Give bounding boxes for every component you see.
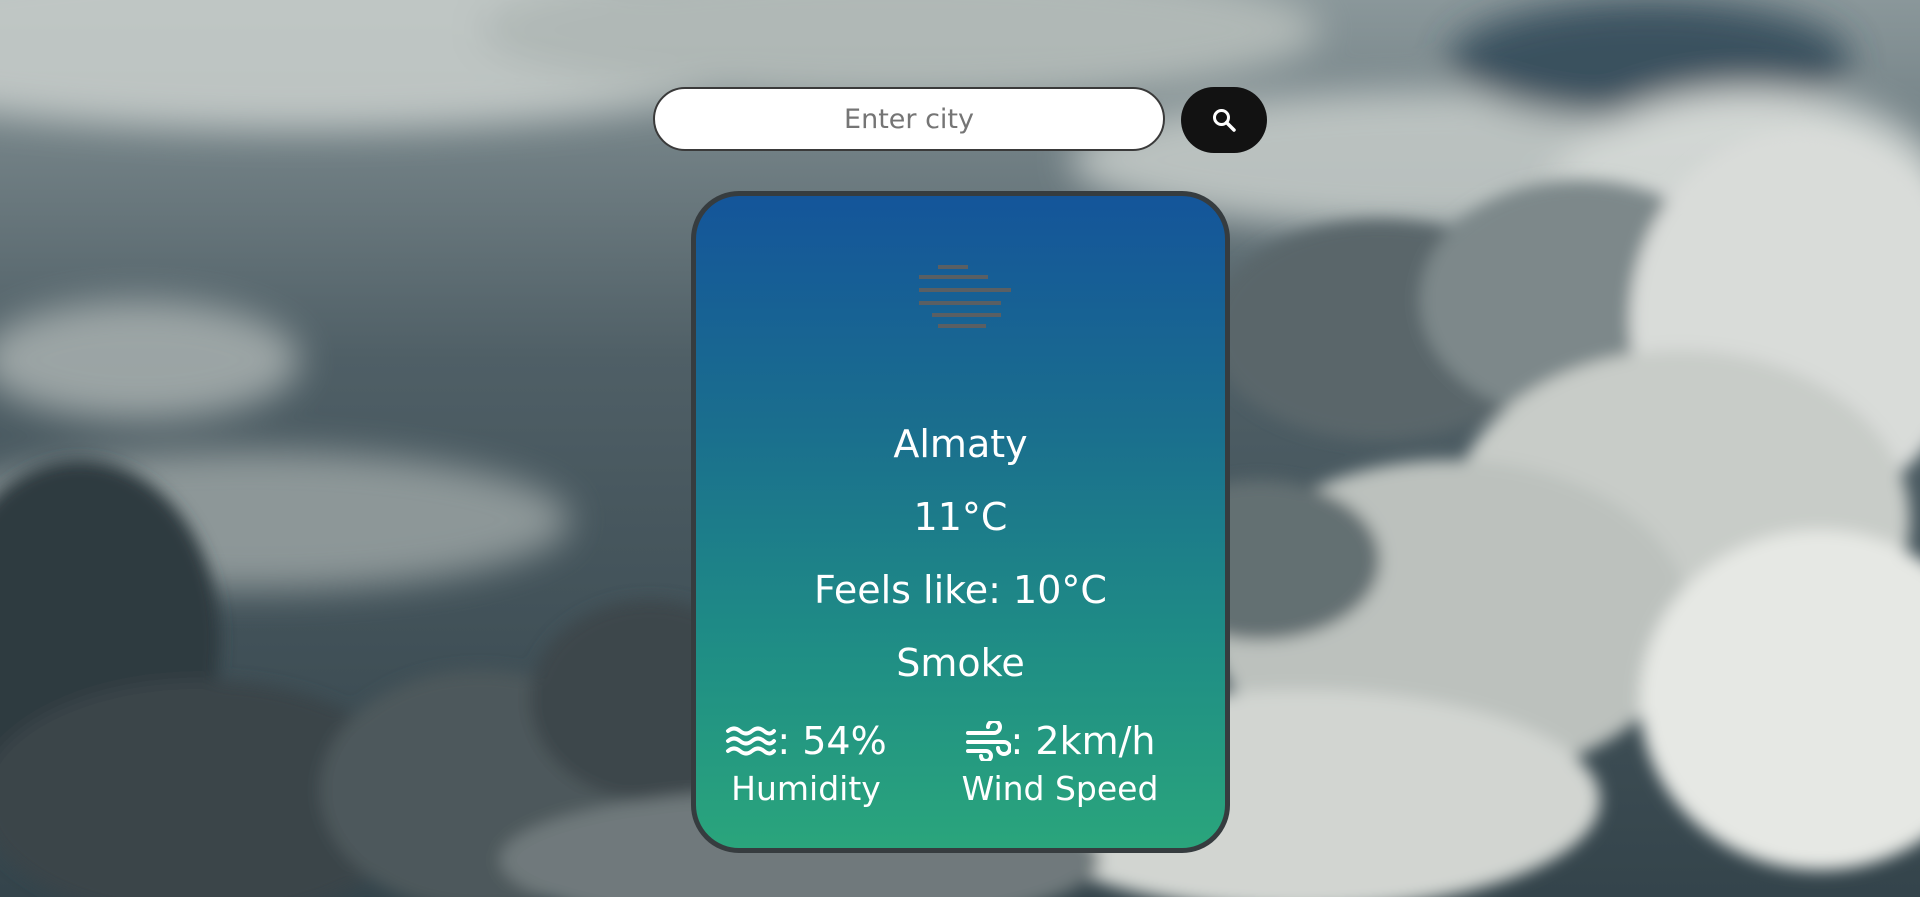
feels-like-temperature: Feels like: 10°C: [814, 568, 1107, 612]
search-bar: [653, 87, 1267, 153]
humidity-stat: : 54% Humidity: [716, 715, 896, 815]
wind-speed-label: Wind Speed: [961, 769, 1159, 808]
city-name: Almaty: [893, 422, 1028, 466]
humidity-waves-icon: [726, 726, 777, 756]
search-button[interactable]: [1181, 87, 1267, 153]
weather-card: Almaty 11°C Feels like: 10°C Smoke : 54%…: [691, 191, 1230, 853]
search-icon: [1213, 109, 1236, 132]
wind-icon: [965, 721, 1011, 761]
city-search-input[interactable]: [653, 87, 1165, 151]
app-background: Almaty 11°C Feels like: 10°C Smoke : 54%…: [0, 0, 1920, 897]
humidity-value: : 54%: [777, 719, 887, 763]
wind-speed-stat: : 2km/h Wind Speed: [944, 715, 1176, 815]
mist-icon: [919, 265, 1011, 328]
wind-speed-value: : 2km/h: [1010, 719, 1156, 763]
temperature: 11°C: [913, 495, 1008, 539]
humidity-label: Humidity: [731, 769, 881, 808]
weather-condition: Smoke: [896, 641, 1025, 685]
